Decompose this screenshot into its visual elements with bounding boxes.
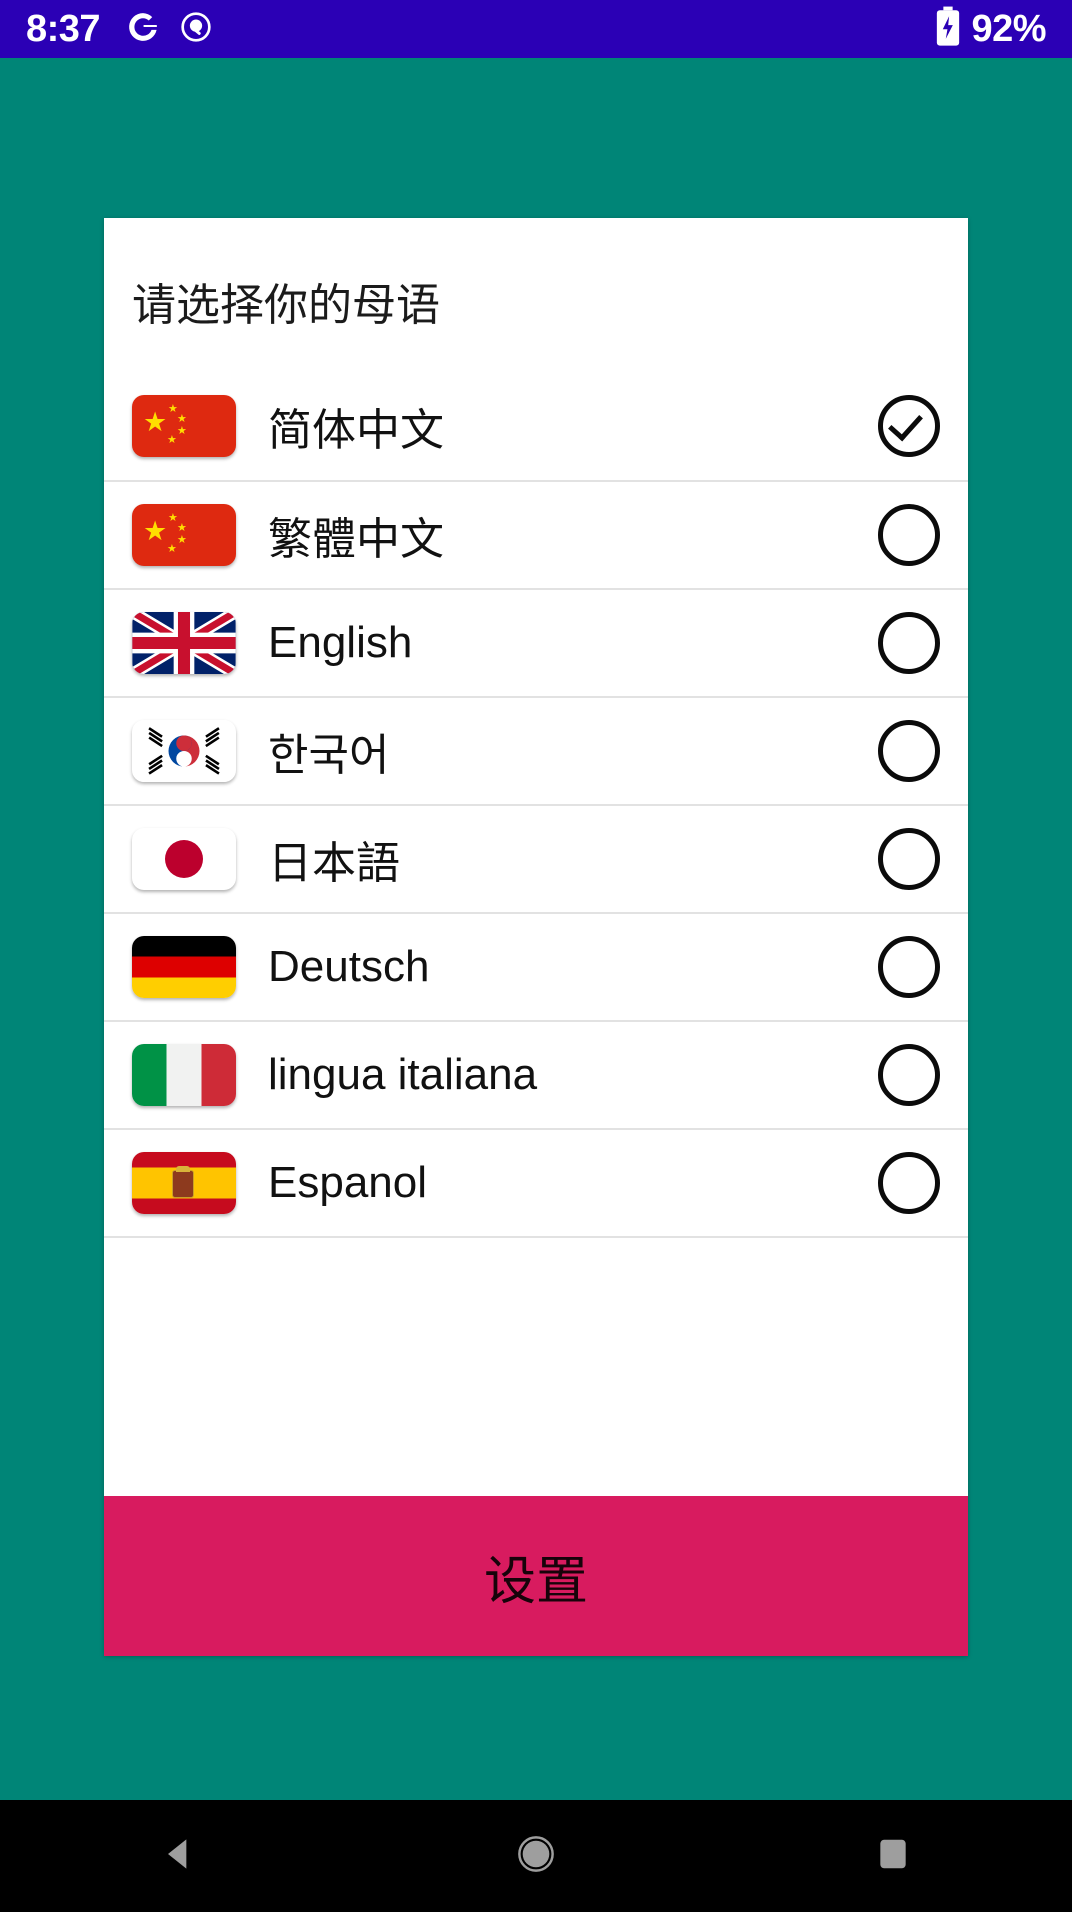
phone-screen: 8:37 92% 请选择你的母语 ★ ★ ★ ★ ★ 简体中文 ★ ★ ★ ★ … [0,0,1072,1912]
flag-star-small: ★ [167,543,177,556]
language-row-korean[interactable]: 한국어 [104,696,968,805]
language-radio[interactable] [878,612,940,675]
card-empty-area [104,1236,968,1497]
flag-china-icon: ★ ★ ★ ★ ★ [132,504,236,567]
language-radio[interactable] [878,1152,940,1215]
nav-back-button[interactable] [0,1800,357,1912]
language-row-traditional-chinese[interactable]: ★ ★ ★ ★ ★ 繁體中文 [104,480,968,589]
flag-star-small: ★ [177,425,187,438]
language-radio[interactable] [878,936,940,999]
flag-star-small: ★ [177,534,187,547]
status-bar-notification-icons [126,10,212,49]
flag-star-large: ★ [143,407,168,438]
google-g-icon [126,10,160,49]
flag-star-small: ★ [177,413,187,426]
dnd-icon [180,11,212,48]
language-row-german[interactable]: Deutsch [104,912,968,1021]
language-radio[interactable] [878,504,940,567]
card-title: 请选择你的母语 [132,281,440,330]
flag-star-small: ★ [167,434,177,447]
language-label: 日本語 [268,839,400,889]
language-list: ★ ★ ★ ★ ★ 简体中文 ★ ★ ★ ★ ★ 繁體中文 English 한국… [104,372,968,1237]
home-icon [515,1833,557,1880]
language-row-italian[interactable]: lingua italiana [104,1020,968,1129]
nav-recents-button[interactable] [715,1800,1072,1912]
language-label: 简体中文 [268,406,444,456]
flag-japan-icon [132,828,236,891]
language-label: 한국어 [268,731,390,781]
language-selection-card: 请选择你的母语 ★ ★ ★ ★ ★ 简体中文 ★ ★ ★ ★ ★ 繁體中文 En… [104,218,968,1657]
language-row-simplified-chinese[interactable]: ★ ★ ★ ★ ★ 简体中文 [104,372,968,481]
battery-percentage-label: 92% [971,7,1046,50]
flag-star-small: ★ [177,522,187,535]
language-label: Deutsch [268,942,430,992]
language-label: Espanol [268,1158,428,1208]
recents-icon [874,1835,912,1878]
language-radio[interactable] [878,1044,940,1107]
android-navigation-bar [0,1800,1072,1912]
language-label: English [268,618,413,668]
language-row-english[interactable]: English [104,588,968,697]
flag-south-korea-icon [132,720,236,783]
nav-home-button[interactable] [357,1800,714,1912]
flag-germany-icon [132,936,236,999]
confirm-settings-button[interactable]: 设置 [104,1496,968,1657]
flag-spain-icon [132,1152,236,1215]
flag-united-kingdom-icon [132,612,236,675]
language-radio-selected[interactable] [878,395,940,458]
flag-star-large: ★ [143,516,168,547]
language-radio[interactable] [878,828,940,891]
status-bar-system-icons: 92% [935,6,1046,53]
language-label: lingua italiana [268,1050,538,1100]
language-row-japanese[interactable]: 日本語 [104,804,968,913]
flag-china-icon: ★ ★ ★ ★ ★ [132,395,236,458]
flag-coat-of-arms [172,1166,194,1199]
battery-charging-icon [935,6,961,53]
flag-italy-icon [132,1044,236,1107]
language-row-spanish[interactable]: Espanol [104,1128,968,1237]
back-icon [157,1832,201,1881]
flag-sun-disc [165,840,203,879]
status-bar: 8:37 92% [0,0,1072,58]
language-label: 繁體中文 [268,515,444,565]
status-bar-clock: 8:37 [26,7,101,50]
language-radio[interactable] [878,720,940,783]
